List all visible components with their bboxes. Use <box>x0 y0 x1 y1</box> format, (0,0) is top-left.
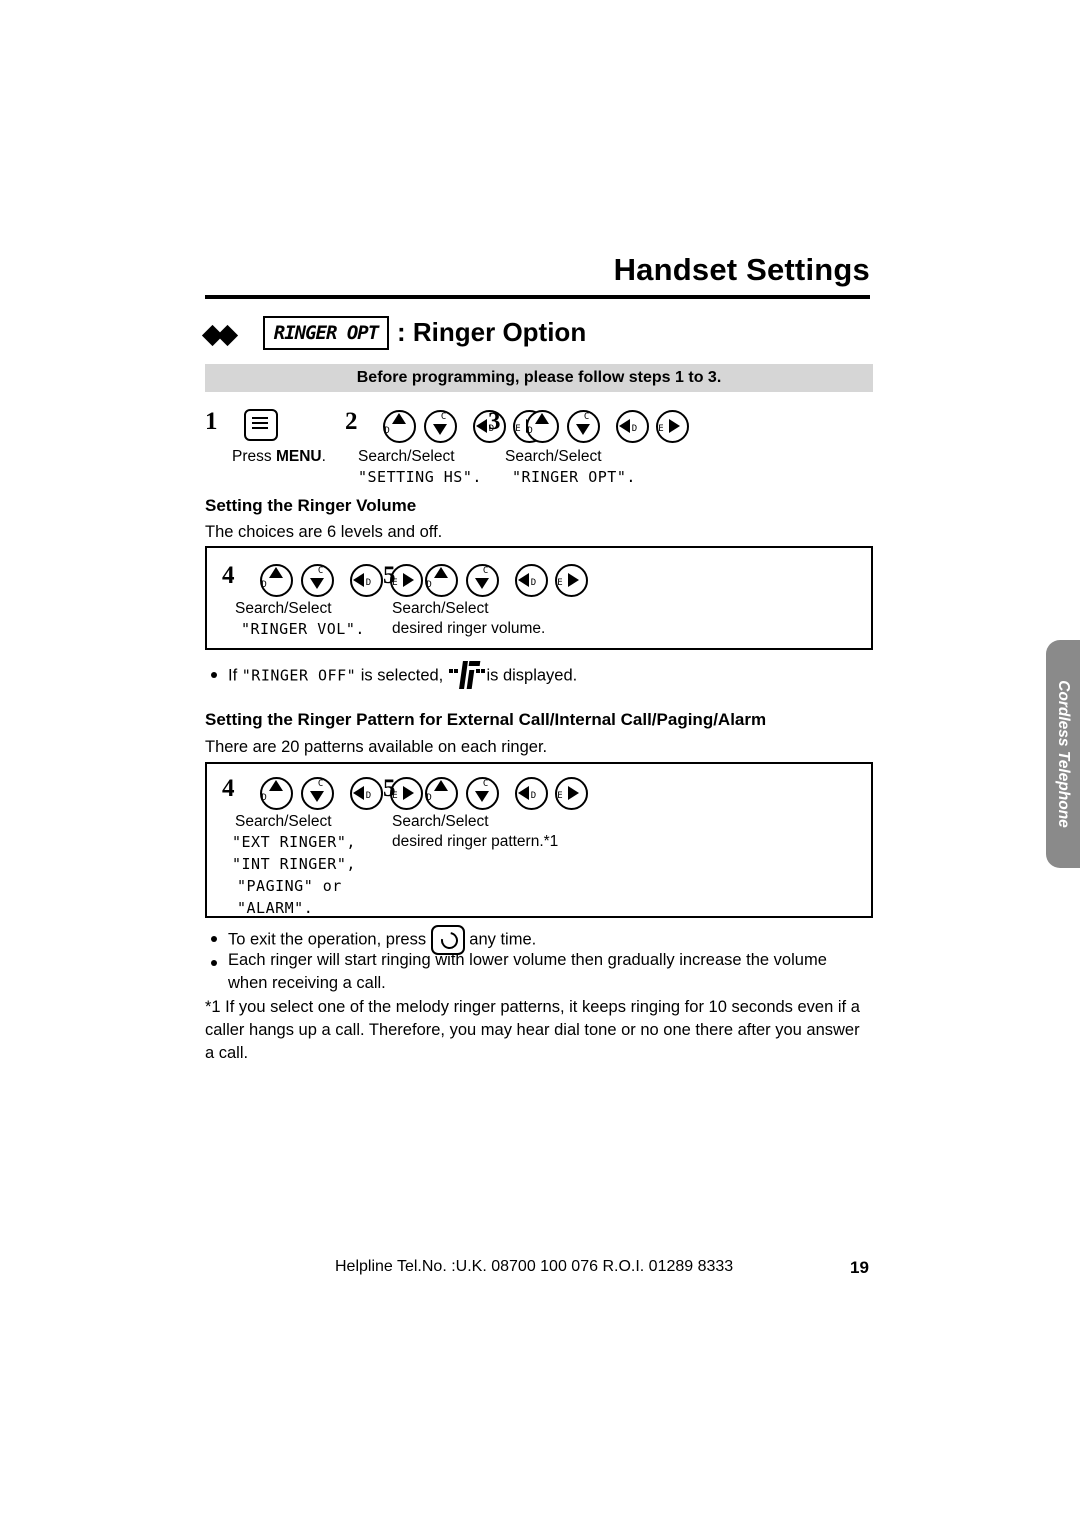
nav-left-icon: D <box>347 775 383 810</box>
title-rule <box>205 295 870 299</box>
pattern-step-5-caption: Search/Select <box>392 813 489 830</box>
step-number: 4 <box>222 775 235 803</box>
volume-step-5-lcd-text: desired ringer volume. <box>392 620 546 637</box>
nav-up-icon: D <box>422 775 459 810</box>
step-1-caption-text: Press <box>232 448 276 465</box>
volume-step-5-caption: Search/Select <box>392 600 489 617</box>
manual-page: Handset Settings RINGER OPT : Ringer Opt… <box>0 0 1080 1528</box>
step-number: 4 <box>222 562 235 590</box>
side-tab-label: Cordless Telephone <box>1055 680 1072 828</box>
step-1-caption: Press MENU. <box>232 448 326 466</box>
step-2-lcd-text: "SETTING HS". <box>358 468 482 486</box>
pattern-step-4-lcd-line-2: "INT RINGER", <box>232 855 356 873</box>
volume-step-5: 5 D C D E <box>383 562 589 597</box>
nav-left-icon: D <box>512 775 548 810</box>
side-tab-cordless-telephone: Cordless Telephone <box>1046 640 1080 868</box>
step-number: 1 <box>205 408 218 435</box>
nav-down-icon: C <box>421 408 457 443</box>
footnote-1: *1 If you select one of the melody ringe… <box>205 998 860 1062</box>
bullet-dot <box>211 960 217 966</box>
nav-up-icon: D <box>380 408 417 443</box>
nav-left-icon: D <box>613 408 649 443</box>
section-title: : Ringer Option <box>397 317 587 347</box>
nav-up-icon: D <box>422 562 459 597</box>
nav-right-icon: E <box>552 775 589 810</box>
ringer-off-note: If "RINGER OFF" is selected, is displaye… <box>228 661 868 691</box>
helpline-text: Helpline Tel.No. :U.K. 08700 100 076 R.O… <box>335 1258 734 1275</box>
ringer-volume-heading: Setting the Ringer Volume <box>205 496 417 515</box>
step-3: 3 D C D E <box>488 408 690 443</box>
volume-step-4-lcd-text: "RINGER VOL". <box>241 620 365 638</box>
step-3-lcd-text: "RINGER OPT". <box>512 468 636 486</box>
nav-up-icon: D <box>523 408 560 443</box>
exit-note-pre: To exit the operation, press <box>228 930 431 949</box>
page-title: Handset Settings <box>613 252 870 287</box>
menu-keyword: MENU <box>275 448 322 465</box>
nav-right-icon: E <box>552 562 589 597</box>
nav-right-icon: E <box>653 408 690 443</box>
nav-down-icon: C <box>564 408 600 443</box>
nav-down-icon: C <box>463 775 499 810</box>
step-3-caption: Search/Select <box>505 448 602 465</box>
nav-down-icon: C <box>463 562 499 597</box>
bullet-dot <box>211 936 217 942</box>
step-number: 2 <box>345 408 358 436</box>
menu-button-icon <box>244 408 279 441</box>
page-number: 19 <box>850 1258 869 1277</box>
ringer-volume-subtext: The choices are 6 levels and off. <box>205 523 443 541</box>
nav-left-icon: D <box>512 562 548 597</box>
step-1-caption-end: . <box>321 448 326 465</box>
step-number: 5 <box>383 775 396 803</box>
ringer-increase-note: Each ringer will start ringing with lowe… <box>228 951 827 992</box>
step-2-caption: Search/Select <box>358 448 455 465</box>
nav-up-icon: D <box>257 775 294 810</box>
nav-left-icon: D <box>347 562 383 597</box>
section-heading: RINGER OPT : Ringer Option <box>201 316 905 356</box>
nav-down-icon: C <box>298 775 334 810</box>
ringer-off-note-pre: If <box>228 666 242 685</box>
ringer-off-note-end: is displayed. <box>481 666 578 685</box>
step-number: 3 <box>488 408 501 436</box>
exit-note-post: any time. <box>464 930 537 949</box>
step-number: 5 <box>383 562 396 590</box>
pattern-step-5: 5 D C D E <box>383 775 589 810</box>
ringer-off-code: "RINGER OFF" <box>241 666 357 685</box>
diamond-bullet-icon <box>201 324 251 347</box>
pattern-step-4-lcd-line-1: "EXT RINGER", <box>232 833 356 851</box>
nav-up-icon: D <box>257 562 294 597</box>
pattern-step-4-caption: Search/Select <box>235 813 332 830</box>
ringer-pattern-subtext: There are 20 patterns available on each … <box>205 738 548 756</box>
volume-step-4-caption: Search/Select <box>235 600 332 617</box>
ringer-pattern-heading: Setting the Ringer Pattern for External … <box>205 710 767 729</box>
pattern-step-4-lcd-line-4: "ALARM". <box>237 899 314 917</box>
ringer-off-display-icon <box>448 661 485 691</box>
ringer-off-note-mid: is selected, <box>356 666 448 685</box>
pattern-step-5-lcd-text: desired ringer pattern.*1 <box>392 833 559 850</box>
bullet-dot <box>211 672 217 678</box>
lcd-display-chip: RINGER OPT <box>263 316 389 350</box>
pattern-step-4-lcd-line-3: "PAGING" or <box>237 877 342 895</box>
nav-down-icon: C <box>298 562 334 597</box>
notice-bar: Before programming, please follow steps … <box>205 364 873 392</box>
step-1: 1 <box>205 408 279 441</box>
